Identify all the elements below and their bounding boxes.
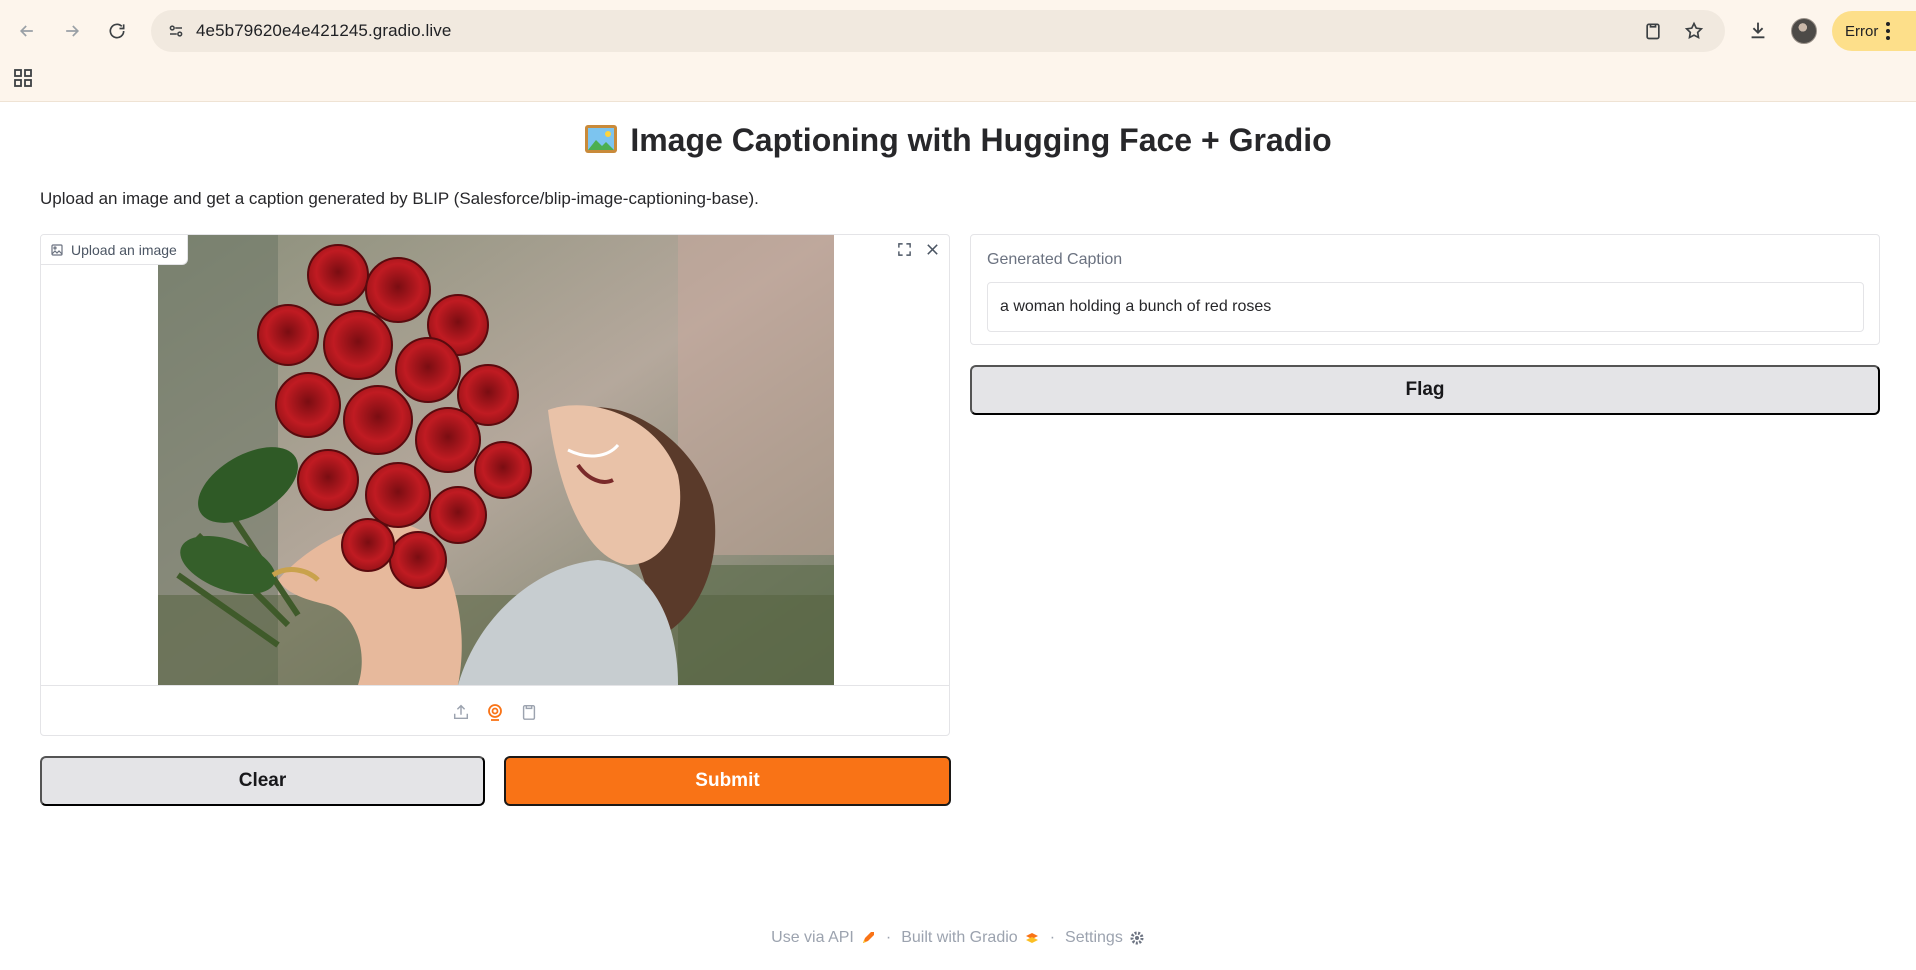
built-with-gradio-link[interactable]: Built with Gradio — [901, 929, 1040, 947]
profile-avatar[interactable] — [1791, 18, 1817, 44]
star-icon[interactable] — [1683, 20, 1705, 42]
uploaded-photo — [158, 235, 834, 685]
footer: Use via API · Built with Gradio · Settin… — [0, 929, 1916, 947]
submit-button[interactable]: Submit — [504, 756, 951, 806]
site-settings-icon[interactable] — [165, 20, 187, 42]
caption-output: Generated Caption a woman holding a bunc… — [970, 234, 1880, 345]
caption-label: Generated Caption — [987, 251, 1123, 268]
error-label: Error — [1845, 22, 1879, 40]
clear-button[interactable]: Clear — [40, 756, 485, 806]
upload-icon[interactable] — [450, 701, 472, 723]
gradio-logo-icon — [1025, 933, 1038, 943]
settings-link[interactable]: Settings — [1065, 929, 1145, 947]
webcam-icon[interactable] — [484, 701, 506, 723]
forward-icon[interactable] — [55, 14, 89, 48]
browser-chrome: 4e5b79620e4e421245.gradio.live Error — [0, 0, 1916, 102]
reload-icon[interactable] — [100, 14, 134, 48]
rocket-icon — [862, 932, 874, 943]
menu-dots-icon[interactable] — [1886, 22, 1891, 40]
caption-textbox[interactable]: a woman holding a bunch of red roses — [987, 282, 1864, 332]
browser-toolbar: 4e5b79620e4e421245.gradio.live Error — [0, 0, 1916, 62]
image-input-label: Upload an image — [41, 235, 188, 265]
address-bar[interactable]: 4e5b79620e4e421245.gradio.live — [151, 10, 1725, 52]
url-text: 4e5b79620e4e421245.gradio.live — [196, 21, 452, 40]
clipboard-paste-icon[interactable] — [518, 701, 540, 723]
flag-button[interactable]: Flag — [970, 365, 1880, 415]
image-actions — [891, 237, 945, 261]
clipboard-icon[interactable] — [1642, 20, 1664, 42]
footer-separator: · — [885, 929, 892, 946]
back-icon[interactable] — [10, 14, 44, 48]
fullscreen-icon[interactable] — [891, 237, 917, 261]
footer-separator: · — [1049, 929, 1056, 946]
framed-picture-icon — [584, 124, 618, 154]
use-via-api-link[interactable]: Use via API — [771, 929, 876, 947]
gear-icon — [1130, 931, 1144, 945]
page-title: Image Captioning with Hugging Face + Gra… — [0, 122, 1916, 159]
image-input[interactable]: Upload an image — [40, 234, 950, 736]
page-description: Upload an image and get a caption genera… — [40, 189, 759, 208]
image-icon — [51, 243, 63, 256]
image-source-bar — [41, 685, 949, 735]
download-icon[interactable] — [1744, 16, 1772, 44]
page-title-text: Image Captioning with Hugging Face + Gra… — [630, 122, 1332, 158]
close-icon[interactable] — [919, 237, 945, 261]
error-chip[interactable]: Error — [1832, 11, 1916, 51]
apps-icon[interactable] — [13, 68, 33, 88]
